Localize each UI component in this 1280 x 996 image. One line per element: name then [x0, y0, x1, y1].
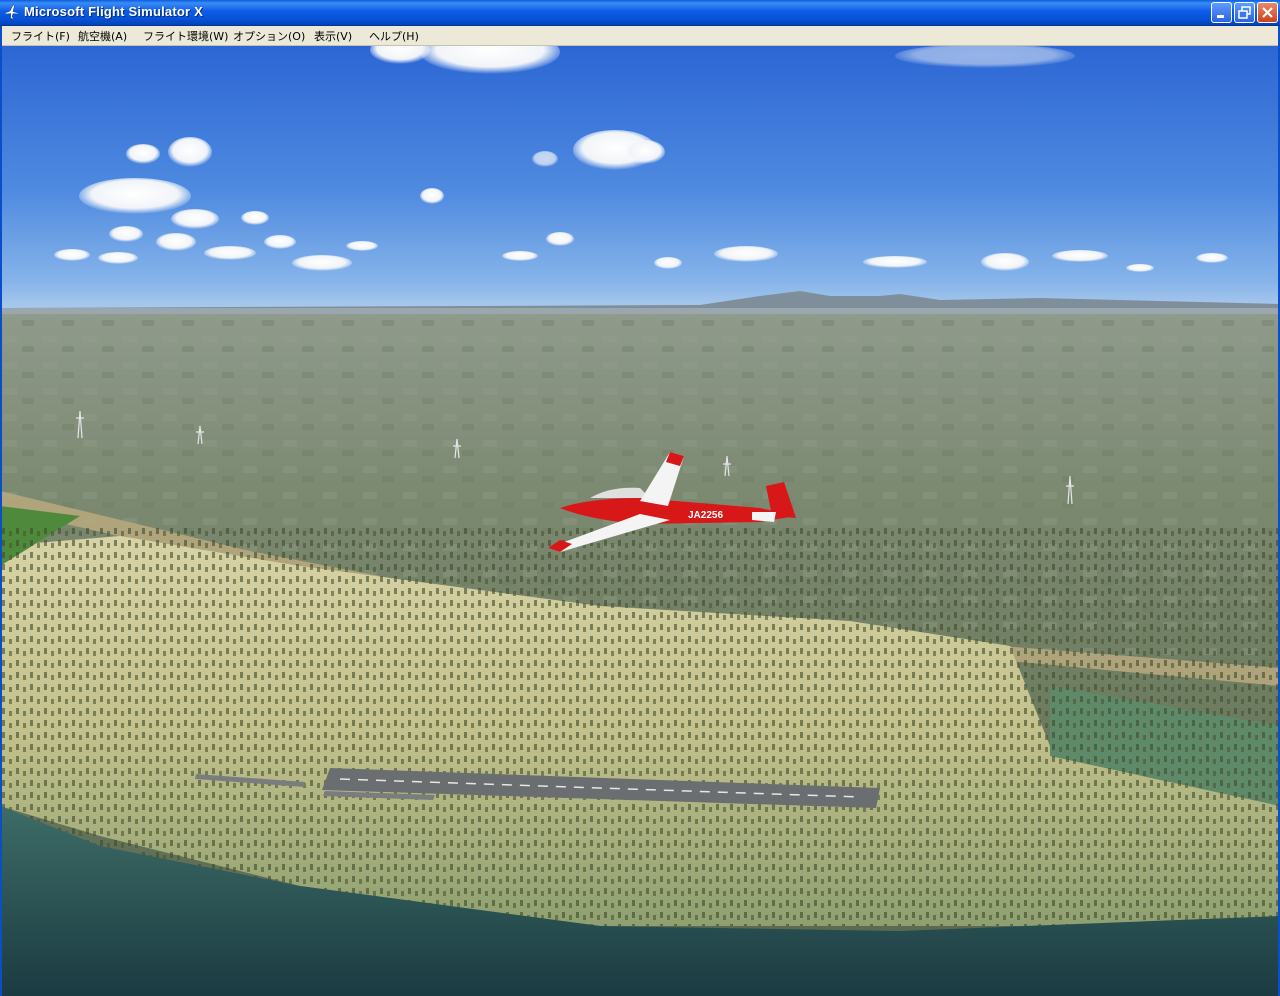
restore-button[interactable] [1234, 2, 1255, 23]
close-icon [1262, 7, 1273, 18]
close-button[interactable] [1257, 2, 1278, 23]
menu-view[interactable]: 表示(V) [314, 28, 352, 44]
menu-aircraft[interactable]: 航空機(A) [78, 28, 127, 44]
flight-viewport[interactable]: JA2256 [0, 30, 1280, 996]
airplane-icon[interactable] [4, 4, 20, 20]
minimize-icon [1217, 15, 1224, 18]
restore-icon [1238, 6, 1251, 19]
menu-flight[interactable]: フライト(F) [11, 28, 70, 44]
menu-options[interactable]: オプション(O) [233, 28, 305, 44]
menu-bar: フライト(F) 航空機(A) フライト環境(W) オプション(O) 表示(V) … [0, 26, 1280, 46]
minimize-button[interactable] [1211, 2, 1232, 23]
app-window: Microsoft Flight Simulator X フライト(F) 航空機… [0, 0, 1280, 996]
menu-environment[interactable]: フライト環境(W) [143, 28, 228, 44]
title-bar[interactable]: Microsoft Flight Simulator X [0, 0, 1280, 26]
window-title: Microsoft Flight Simulator X [24, 4, 203, 19]
window-border-left [0, 26, 2, 996]
aircraft-registration: JA2256 [688, 510, 723, 521]
menu-help[interactable]: ヘルプ(H) [369, 28, 419, 44]
scenery-view: JA2256 [0, 30, 1280, 996]
